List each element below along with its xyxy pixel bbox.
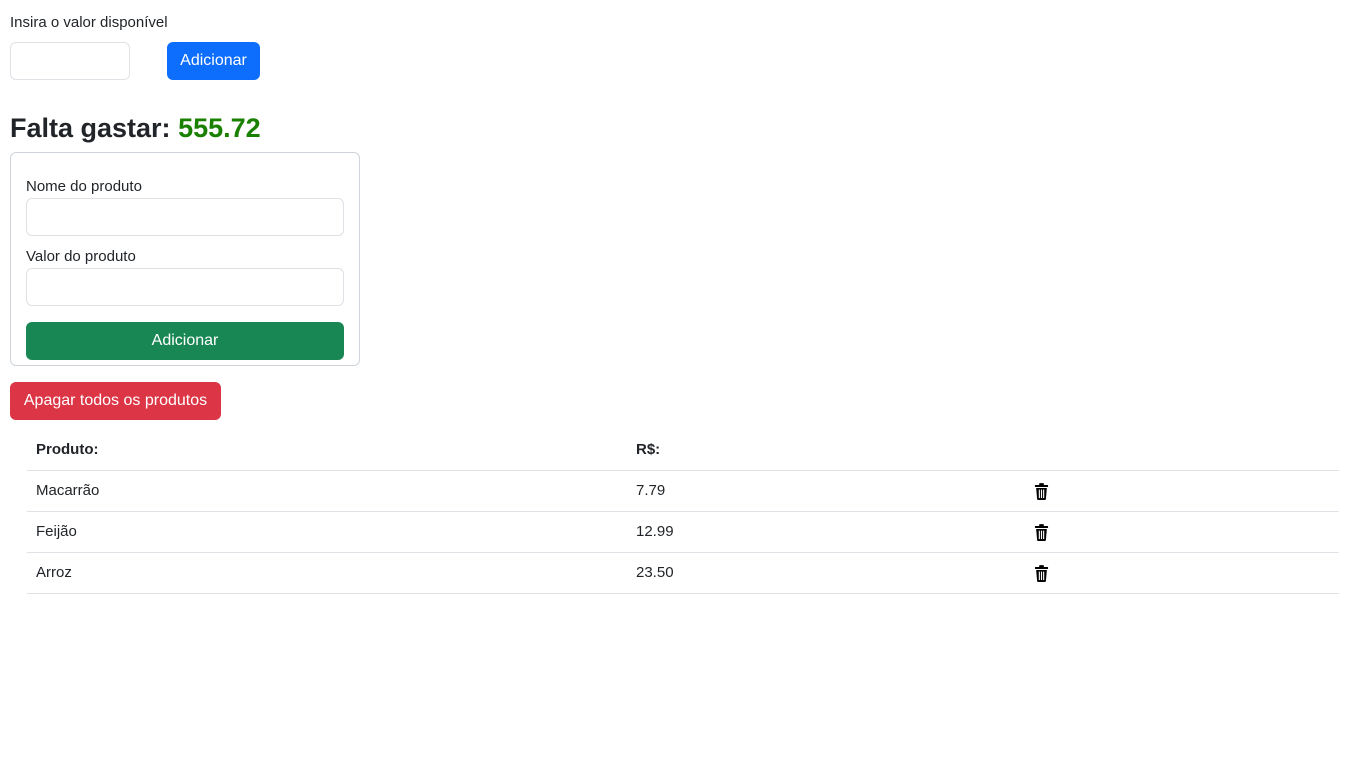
product-form-card: Nome do produto Valor do produto Adicion… bbox=[10, 152, 360, 366]
trash-icon[interactable] bbox=[1032, 482, 1050, 500]
add-product-button[interactable]: Adicionar bbox=[26, 322, 344, 360]
product-name: Feijão bbox=[36, 523, 77, 540]
trash-icon[interactable] bbox=[1032, 523, 1050, 541]
budget-label: Insira o valor disponível bbox=[10, 14, 168, 31]
budget-input[interactable] bbox=[10, 42, 130, 80]
product-name: Arroz bbox=[36, 564, 72, 581]
remaining-balance-heading: Falta gastar: 555.72 bbox=[10, 110, 261, 146]
table-row: Macarrão 7.79 bbox=[27, 471, 1339, 512]
products-table: Produto: R$: Macarrão 7.79 Feijão 12.99 … bbox=[27, 430, 1339, 594]
header-product: Produto: bbox=[36, 441, 99, 458]
product-value-label: Valor do produto bbox=[26, 248, 136, 265]
product-price: 23.50 bbox=[636, 564, 674, 581]
table-header-row: Produto: R$: bbox=[27, 430, 1339, 471]
remaining-label: Falta gastar: bbox=[10, 113, 171, 143]
product-price: 7.79 bbox=[636, 482, 666, 499]
header-price: R$: bbox=[636, 441, 661, 458]
product-price: 12.99 bbox=[636, 523, 674, 540]
product-name-input[interactable] bbox=[26, 198, 344, 236]
table-row: Arroz 23.50 bbox=[27, 553, 1339, 594]
product-name: Macarrão bbox=[36, 482, 100, 499]
delete-all-products-button[interactable]: Apagar todos os produtos bbox=[10, 382, 221, 420]
table-row: Feijão 12.99 bbox=[27, 512, 1339, 553]
page: Insira o valor disponível Adicionar Falt… bbox=[0, 0, 1365, 767]
product-value-input[interactable] bbox=[26, 268, 344, 306]
add-budget-button[interactable]: Adicionar bbox=[167, 42, 260, 80]
product-name-label: Nome do produto bbox=[26, 178, 142, 195]
trash-icon[interactable] bbox=[1032, 564, 1050, 582]
remaining-amount: 555.72 bbox=[178, 113, 261, 143]
